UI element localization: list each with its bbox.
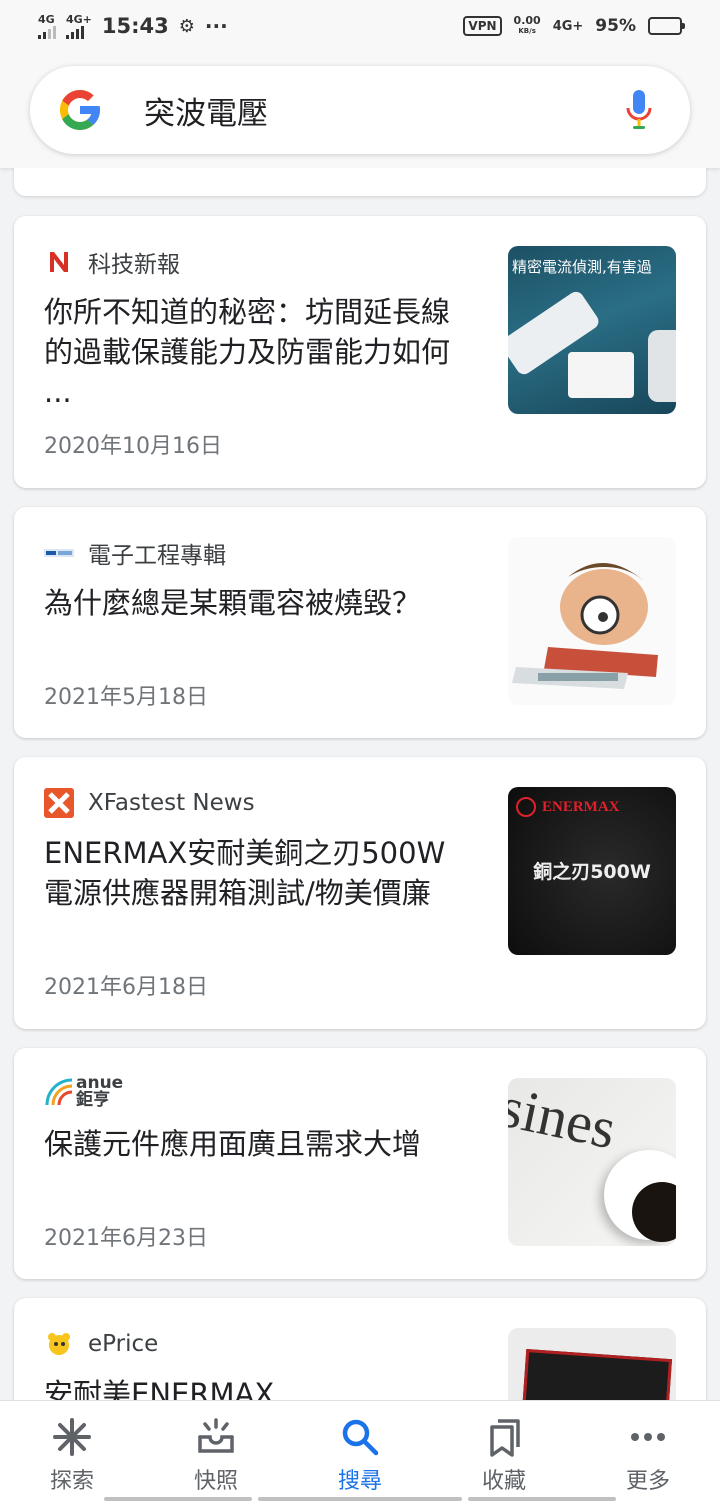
thumbnail-caption: 精密電流偵測,有害過	[512, 258, 652, 276]
nav-discover[interactable]: 探索	[7, 1401, 137, 1504]
card-source: 電子工程專輯	[44, 535, 226, 571]
plug-image	[648, 330, 676, 402]
nav-snapshot[interactable]: 快照	[151, 1401, 281, 1504]
speed-unit: KB/s	[518, 27, 536, 35]
bottom-navigation: 探索 快照 搜尋 收藏 更多	[0, 1400, 720, 1504]
card-headline[interactable]: 為什麼總是某顆電容被燒毀？	[44, 583, 464, 623]
card-headline[interactable]: 保護元件應用面廣且需求大增	[44, 1124, 464, 1164]
home-indicator[interactable]	[104, 1497, 252, 1501]
search-bar[interactable]: 突波電壓	[30, 66, 690, 154]
nav-label: 搜尋	[337, 1469, 382, 1494]
status-bar: 4G 4G+ 15:43 ⚙ ··· VPN 0.00 KB/s 4G+ 95%	[0, 0, 720, 52]
news-card[interactable]: anue 鉅亨 保護元件應用面廣且需求大增 2021年6月23日 sines	[14, 1048, 706, 1279]
card-thumbnail[interactable]	[508, 537, 676, 705]
thumbnail-caption: 銅之刃500W	[533, 861, 651, 883]
card-source: 科技新報	[44, 244, 180, 280]
card-date: 2021年6月23日	[44, 1226, 208, 1251]
cartoon-engineer-image	[512, 562, 658, 689]
eprice-logo-icon	[44, 1329, 74, 1359]
source-name: 科技新報	[88, 252, 180, 278]
asterisk-icon	[53, 1418, 91, 1456]
source-name: 電子工程專輯	[88, 543, 226, 569]
anue-logo-icon	[44, 1077, 74, 1107]
nav-collections[interactable]: 收藏	[439, 1401, 569, 1504]
product-box-image	[517, 1349, 673, 1400]
nav-label: 探索	[49, 1469, 94, 1494]
card-source: ePrice	[44, 1326, 158, 1362]
network-speed: 0.00 KB/s	[514, 15, 541, 37]
news-card[interactable]: 電子工程專輯 為什麼總是某顆電容被燒毀？ 2021年5月18日	[14, 507, 706, 738]
xfastest-logo-icon	[44, 788, 74, 818]
nav-more[interactable]: 更多	[583, 1401, 713, 1504]
more-notifications-icon: ···	[204, 14, 228, 38]
outlet-image	[568, 352, 634, 398]
source-name: ePrice	[88, 1331, 159, 1357]
enermax-emblem-icon	[516, 797, 536, 817]
more-icon	[631, 1433, 665, 1441]
signal-1: 4G	[38, 14, 56, 39]
card-source: anue 鉅亨	[44, 1074, 123, 1110]
results-feed[interactable]: 科技新報 你所不知道的秘密：坊間延長線的過載保護能力及防雷能力如何 ... 20…	[0, 168, 720, 1400]
source-name: anue 鉅亨	[76, 1073, 124, 1110]
search-query[interactable]: 突波電壓	[144, 88, 624, 133]
news-card[interactable]: XFastest News ENERMAX安耐美銅之刃500W電源供應器開箱測試…	[14, 757, 706, 1029]
search-header: 突波電壓	[0, 52, 720, 168]
card-date: 2021年6月18日	[44, 975, 208, 1000]
home-indicator-center[interactable]	[258, 1497, 462, 1501]
thumbnail-brand: ENERMAX	[542, 798, 620, 815]
vpn-badge: VPN	[463, 16, 502, 36]
network-type-2: 4G+	[66, 12, 92, 26]
search-icon	[342, 1419, 379, 1456]
ee-times-logo-icon	[44, 538, 74, 568]
card-date: 2020年10月16日	[44, 434, 222, 459]
card-thumbnail[interactable]: 精密電流偵測,有害過	[508, 246, 676, 414]
previous-card[interactable]	[14, 168, 706, 196]
nav-label: 快照	[193, 1469, 238, 1494]
snapshot-icon	[198, 1418, 234, 1453]
thumbnail-caption: sines	[508, 1078, 622, 1162]
news-card[interactable]: 科技新報 你所不知道的秘密：坊間延長線的過載保護能力及防雷能力如何 ... 20…	[14, 216, 706, 488]
mic-icon[interactable]	[624, 88, 654, 132]
source-name: XFastest News	[88, 790, 255, 816]
card-thumbnail[interactable]: ENERMAX 銅之刃500W	[508, 787, 676, 955]
card-date: 2021年5月18日	[44, 685, 208, 710]
network-type-1: 4G	[38, 12, 55, 26]
battery-icon	[648, 17, 685, 35]
card-headline[interactable]: 安耐美ENERMAX	[44, 1374, 464, 1400]
card-thumbnail[interactable]	[508, 1328, 676, 1400]
enermax-logo: ENERMAX	[516, 797, 620, 817]
google-logo-icon	[60, 90, 100, 130]
home-indicator-right[interactable]	[468, 1497, 616, 1501]
nav-search[interactable]: 搜尋	[295, 1401, 425, 1504]
n-logo-icon	[44, 247, 74, 277]
news-card[interactable]: ePrice 安耐美ENERMAX	[14, 1298, 706, 1400]
signal-2: 4G+	[66, 14, 92, 39]
nav-label: 收藏	[481, 1469, 526, 1494]
collections-icon	[490, 1419, 520, 1457]
card-source: XFastest News	[44, 785, 255, 821]
clock: 15:43	[101, 14, 169, 38]
card-thumbnail[interactable]: sines	[508, 1078, 676, 1246]
network-type-3: 4G+	[552, 18, 584, 34]
nav-label: 更多	[625, 1469, 670, 1494]
card-headline[interactable]: ENERMAX安耐美銅之刃500W電源供應器開箱測試/物美價廉	[44, 833, 474, 913]
card-headline[interactable]: 你所不知道的秘密：坊間延長線的過載保護能力及防雷能力如何 ...	[44, 292, 464, 412]
battery-percent: 95%	[595, 16, 636, 36]
gear-icon: ⚙	[178, 15, 195, 37]
